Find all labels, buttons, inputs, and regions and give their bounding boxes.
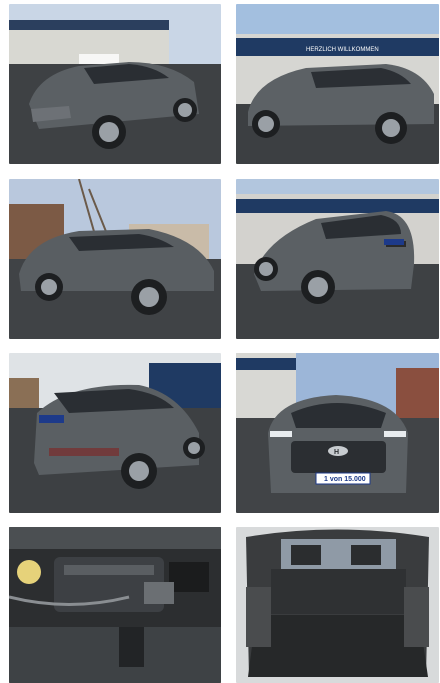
dealer-banner-text: HERZLICH WILLKOMMEN (306, 47, 379, 53)
photo-front[interactable]: H 1 von 15.000 (236, 353, 439, 513)
photo-front-right-street[interactable] (9, 179, 221, 339)
car-front-right-image (9, 179, 221, 339)
photo-engine-bay[interactable] (9, 527, 221, 683)
car-rear-left-image (9, 353, 221, 513)
car-rear-right-image (236, 179, 439, 339)
car-front-image: H 1 von 15.000 (236, 353, 439, 513)
front-plate-text: 1 von 15.000 (324, 476, 366, 483)
photo-gallery: HERZLICH WILLKOMMEN H 1 von 15.000 (0, 0, 440, 683)
photo-front-left[interactable] (9, 4, 221, 164)
photo-rear-left[interactable] (9, 353, 221, 513)
car-right-side-image: HERZLICH WILLKOMMEN (236, 4, 439, 164)
brand-logo: H (334, 449, 339, 456)
trunk-image (236, 527, 439, 683)
photo-trunk[interactable] (236, 527, 439, 683)
car-front-left-image (9, 4, 221, 164)
engine-bay-image (9, 527, 221, 683)
photo-right-side-dealership[interactable]: HERZLICH WILLKOMMEN (236, 4, 439, 164)
photo-rear-right-dealership[interactable] (236, 179, 439, 339)
